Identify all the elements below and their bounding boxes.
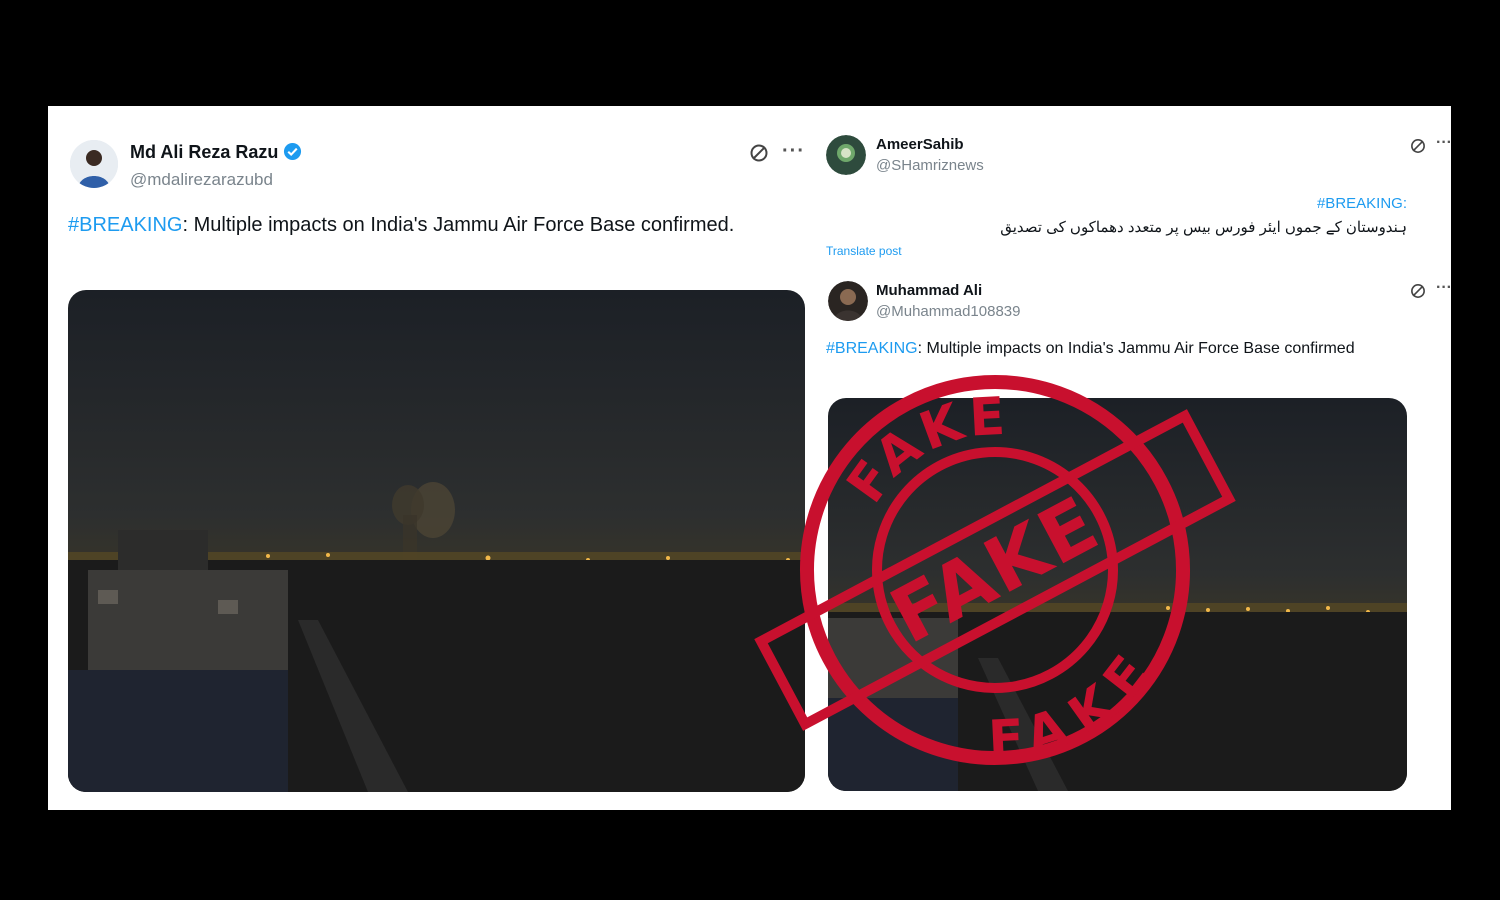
hashtag-link[interactable]: #BREAKING: xyxy=(1317,195,1407,212)
handle[interactable]: @SHamriznews xyxy=(876,157,984,174)
user-avatar-icon xyxy=(70,140,118,188)
more-options-icon[interactable]: ··· xyxy=(1436,134,1451,152)
display-name[interactable]: Md Ali Reza Razu xyxy=(130,142,302,163)
verified-badge-icon xyxy=(284,142,302,161)
grok-icon[interactable] xyxy=(748,142,770,169)
grok-icon[interactable] xyxy=(1409,137,1427,160)
user-avatar-icon xyxy=(828,281,868,321)
post-video[interactable] xyxy=(68,290,805,792)
avatar[interactable] xyxy=(828,281,868,321)
handle[interactable]: @Muhammad108839 xyxy=(876,303,1020,320)
translate-post-link[interactable]: Translate post xyxy=(826,244,902,258)
post-text-urdu: ہندوستان کے جموں ایئر فورس بیس پر متعدد … xyxy=(1000,219,1407,236)
hashtag-link[interactable]: #BREAKING xyxy=(68,214,182,236)
night-sky-image xyxy=(68,290,805,792)
left-post: Md Ali Reza Razu @mdalirezarazubd ··· #B… xyxy=(48,106,818,810)
hashtag-link[interactable]: #BREAKING xyxy=(826,340,918,357)
grok-icon[interactable] xyxy=(1409,282,1427,305)
post-text: #BREAKING: Multiple impacts on India's J… xyxy=(826,340,1355,357)
post-text: #BREAKING: Multiple impacts on India's J… xyxy=(68,214,735,236)
avatar[interactable] xyxy=(826,135,866,175)
display-name[interactable]: Muhammad Ali xyxy=(876,282,982,299)
right-post: AmeerSahib @SHamriznews ··· #BREAKING: ہ… xyxy=(824,106,1451,810)
user-avatar-icon xyxy=(826,135,866,175)
display-name[interactable]: AmeerSahib xyxy=(876,136,964,153)
handle[interactable]: @mdalirezarazubd xyxy=(130,170,273,190)
more-options-icon[interactable]: ··· xyxy=(1436,279,1451,297)
night-sky-image xyxy=(828,398,1407,791)
avatar[interactable] xyxy=(70,140,118,188)
post-video[interactable] xyxy=(828,398,1407,791)
screenshot-panel: Md Ali Reza Razu @mdalirezarazubd ··· #B… xyxy=(48,106,1451,810)
more-options-icon[interactable]: ··· xyxy=(782,140,805,163)
quoted-post[interactable]: Muhammad Ali @Muhammad108839 ··· #BREAKI… xyxy=(824,276,1451,796)
